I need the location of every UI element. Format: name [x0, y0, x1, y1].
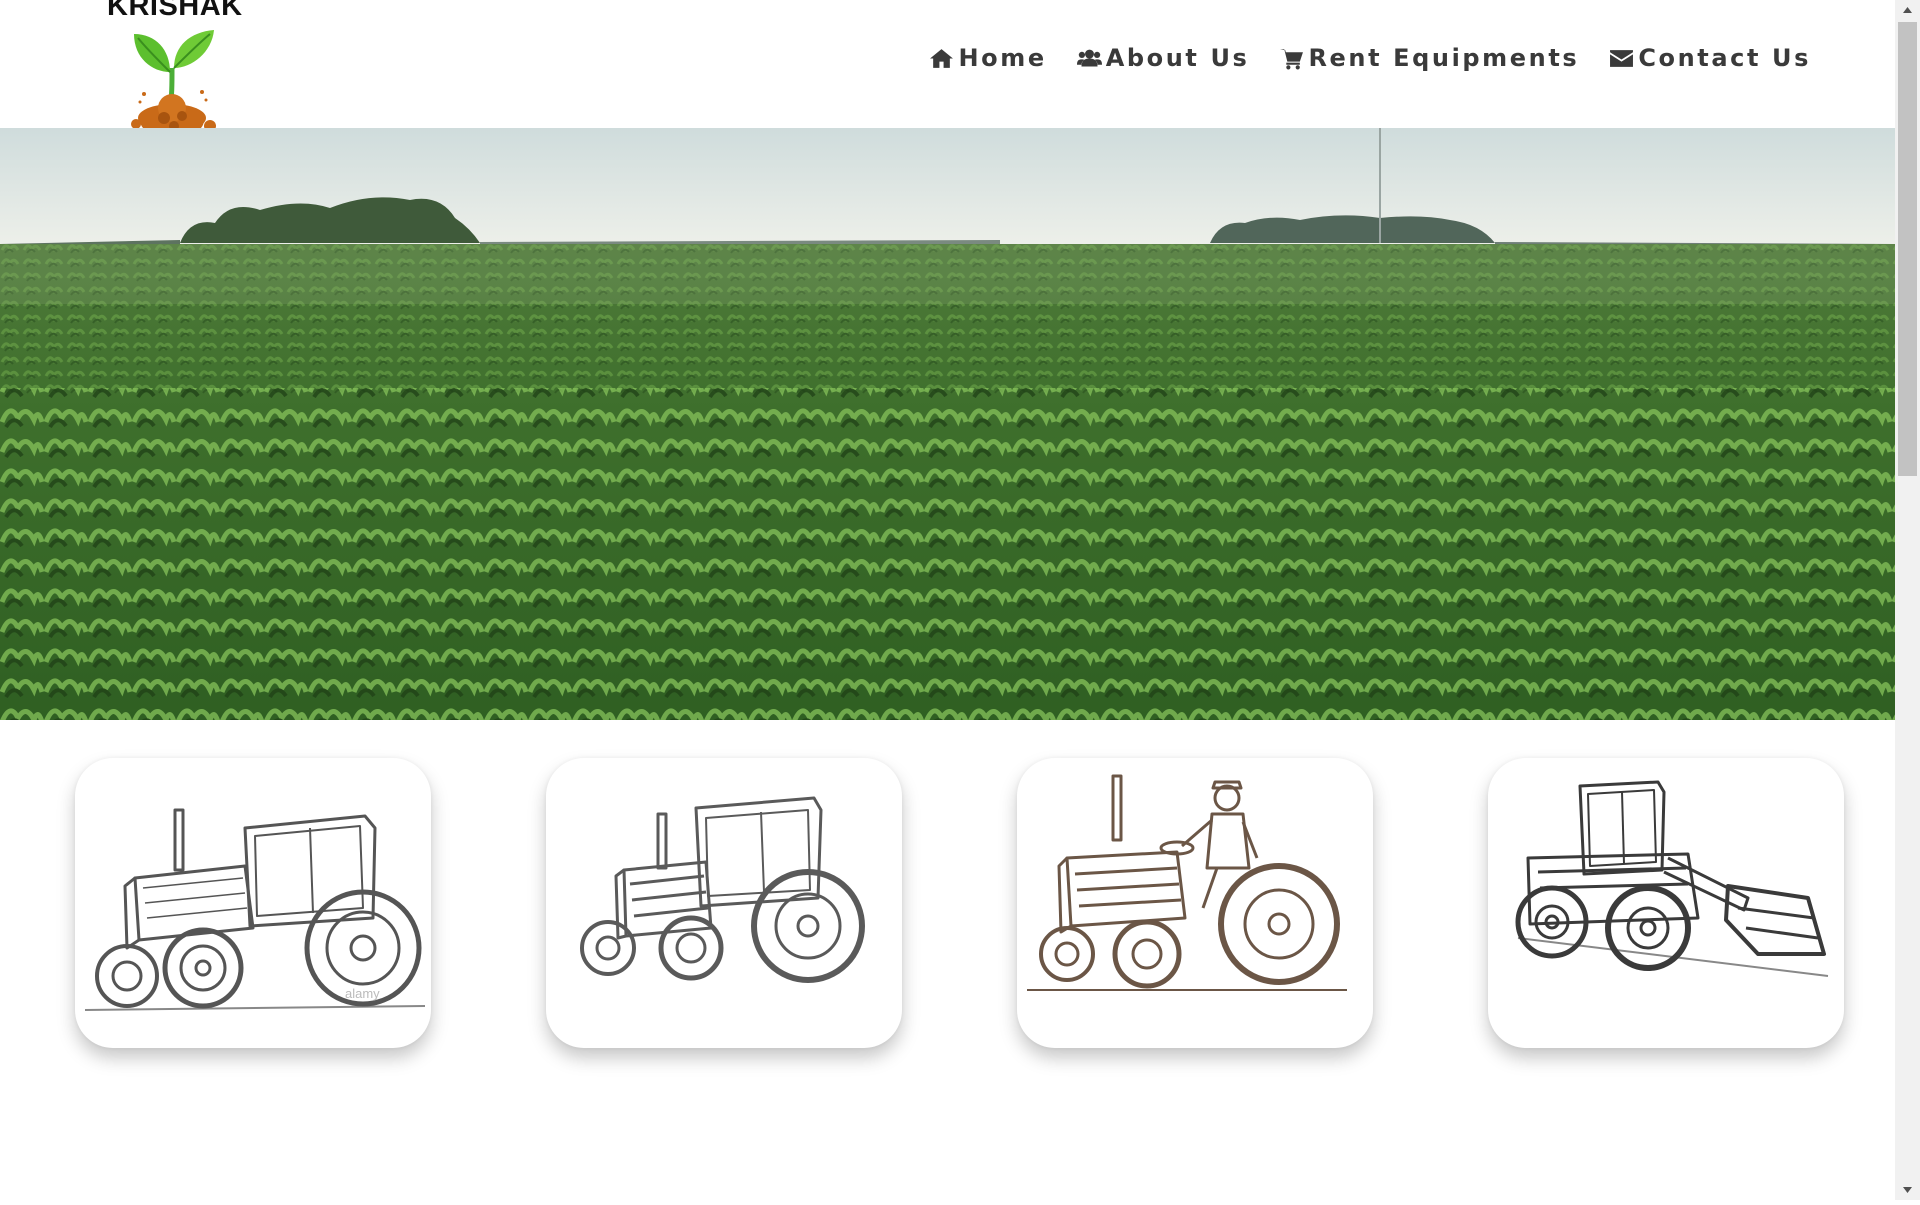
site-header: KRISHAK Home About Us Rent Equipments Co…	[0, 0, 1895, 132]
nav-rent-equipments[interactable]: Rent Equipments	[1279, 44, 1579, 72]
brand-name[interactable]: KRISHAK	[107, 0, 243, 23]
nav-contact-us[interactable]: Contact Us	[1609, 44, 1811, 72]
equipment-card-vintage-tractor[interactable]	[546, 758, 902, 1048]
watermark-text: alamy	[345, 986, 380, 1001]
envelope-icon	[1610, 49, 1634, 67]
vintage-tractor-image	[580, 796, 865, 983]
home-icon	[930, 48, 954, 68]
nav-home[interactable]: Home	[929, 44, 1046, 72]
sprout-logo-icon[interactable]	[122, 28, 222, 138]
front-loader-image	[1515, 780, 1829, 977]
scroll-down-button[interactable]	[1895, 1180, 1920, 1200]
nav-home-label: Home	[958, 44, 1047, 72]
farmer-on-tractor-image	[1027, 774, 1347, 991]
nav-rent-label: Rent Equipments	[1308, 44, 1580, 72]
equipment-cards: alamy	[0, 758, 1895, 1048]
tractor-cab-image: alamy	[84, 808, 426, 1011]
chevron-up-icon	[1903, 7, 1912, 13]
crop-field-image	[0, 128, 1895, 720]
nav-contact-label: Contact Us	[1638, 44, 1811, 72]
equipment-card-front-loader[interactable]	[1488, 758, 1844, 1048]
users-icon	[1076, 49, 1102, 67]
hero-banner	[0, 128, 1895, 720]
cart-icon	[1280, 48, 1304, 69]
nav-about-us[interactable]: About Us	[1076, 44, 1250, 72]
equipment-card-farmer-tractor[interactable]	[1017, 758, 1373, 1048]
scroll-up-button[interactable]	[1895, 0, 1920, 20]
equipment-card-tractor-cab[interactable]: alamy	[75, 758, 431, 1048]
nav-about-label: About Us	[1105, 44, 1250, 72]
chevron-down-icon	[1903, 1187, 1912, 1193]
main-nav: Home About Us Rent Equipments Contact Us	[929, 44, 1811, 72]
scroll-thumb[interactable]	[1898, 22, 1917, 476]
page-scrollbar[interactable]	[1895, 0, 1920, 1200]
